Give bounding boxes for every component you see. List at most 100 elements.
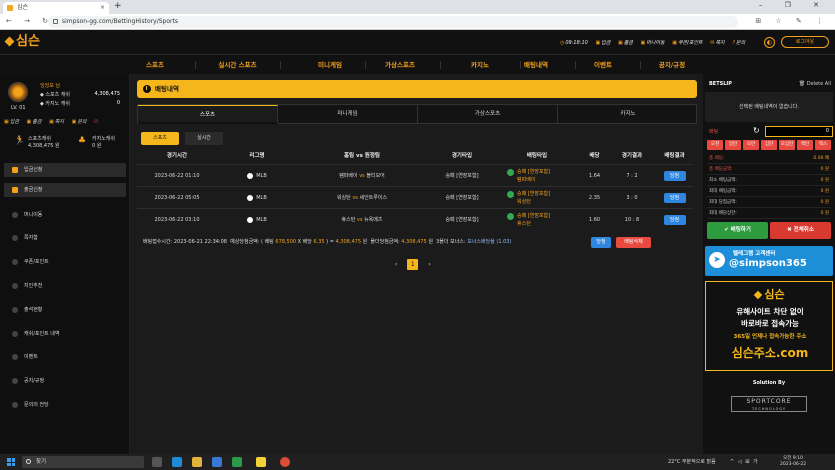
side-referral-label: 지인추천 — [24, 283, 43, 289]
side-hall-of-fame[interactable]: 문의의 전당 — [4, 398, 126, 412]
quick-deposit[interactable]: ▣입금 — [4, 119, 19, 125]
prev-page-button[interactable]: ‹ — [395, 261, 397, 268]
bet-odds: 2.35 — [588, 195, 601, 201]
browser-tab[interactable]: 심슨 × — [3, 2, 109, 14]
bet-league-text: MLB — [256, 173, 267, 179]
system-tray[interactable]: ^ ◁ ⊞ 가 — [730, 458, 759, 465]
close-tab-icon[interactable]: × — [100, 2, 105, 14]
top-link-inquiry[interactable]: ?문의 — [732, 40, 745, 46]
tab-virtual-sports[interactable]: 가상스포츠 — [418, 105, 558, 124]
amount-chips: 오천 일만 오만 십만 오십만 백만 맥스 — [707, 140, 833, 150]
ad-banner[interactable]: 심슨 유해사이트 차단 없이 바로바로 접속가능 365일 언제나 접속가능한 … — [705, 281, 833, 371]
refresh-icon[interactable]: ↻ — [753, 126, 760, 135]
money-move-icon: ▣ — [640, 40, 646, 46]
taskbar-clock[interactable]: 오전 9:10 2023-06-22 — [780, 456, 806, 468]
won-unit: 원 — [428, 239, 433, 245]
side-money-move[interactable]: 머니이동 — [4, 208, 126, 222]
ad-line1: 유해사이트 차단 없이 — [736, 307, 804, 316]
power-icon[interactable]: ⏻ — [94, 119, 98, 125]
windows-start-icon[interactable] — [7, 458, 15, 466]
ad-domain: 심슨주소.com — [731, 346, 809, 360]
message-label: 쪽지 — [715, 40, 725, 46]
nav-notice[interactable]: 공지/규정 — [632, 55, 712, 75]
telegram-banner[interactable]: ➤ 텔레그램 고객센터 @simpson365 — [705, 246, 833, 276]
away-team: 뉴욕메츠 — [364, 217, 383, 223]
top-link-deposit[interactable]: ▣입금 — [595, 40, 610, 46]
subtab-live[interactable]: 실시간 — [185, 132, 223, 145]
nav-virtual-sports[interactable]: 가상스포츠 — [360, 55, 440, 75]
tab-minigame[interactable]: 미니게임 — [278, 105, 418, 124]
window-controls[interactable]: – ❐ ✕ — [759, 1, 829, 9]
telegram-title: 텔레그램 고객센터 — [733, 251, 776, 257]
side-notice[interactable]: 공지/규정 — [4, 374, 126, 388]
side-coupon[interactable]: 쿠폰/포인트 — [4, 255, 126, 269]
top-link-money-move[interactable]: ▣머니이동 — [641, 40, 665, 46]
chip-10k[interactable]: 일만 — [725, 140, 741, 150]
weather-widget[interactable]: 22°C 부분적으로 맑음 — [668, 458, 716, 465]
chip-max[interactable]: 맥스 — [815, 140, 831, 150]
browser-tools[interactable]: ⊞ ☆ ✎ ⋮ — [755, 17, 829, 25]
tab-sports[interactable]: 스포츠 — [138, 105, 278, 124]
side-events[interactable]: 이벤트 — [4, 350, 126, 364]
kakaotalk-icon[interactable] — [256, 457, 266, 467]
nav-minigame[interactable]: 미니게임 — [290, 55, 370, 75]
chip-5k[interactable]: 오천 — [707, 140, 723, 150]
chip-500k[interactable]: 오십만 — [779, 140, 795, 150]
site-logo[interactable]: 심슨 — [4, 34, 40, 50]
logout-button[interactable]: 로그아웃 — [781, 36, 829, 48]
taskbar-search[interactable]: 찾기 — [22, 456, 144, 468]
bet-score: 3 : 0 — [626, 195, 638, 201]
side-events-label: 이벤트 — [24, 354, 38, 360]
sound-toggle-icon[interactable]: ◐ — [764, 37, 775, 48]
next-page-button[interactable]: › — [428, 261, 430, 268]
new-tab-button[interactable]: + — [114, 1, 122, 11]
chip-100k[interactable]: 십만 — [761, 140, 777, 150]
chip-1m[interactable]: 백만 — [797, 140, 813, 150]
side-deposit[interactable]: 입금신청 — [4, 163, 126, 177]
away-team: 볼티모어 — [366, 173, 385, 179]
edge-icon[interactable] — [172, 457, 182, 467]
win-badge: 당첨 — [663, 192, 686, 203]
file-explorer-icon[interactable] — [192, 457, 202, 467]
side-referral[interactable]: 지인추천 — [4, 279, 126, 293]
withdraw-icon — [12, 187, 18, 193]
bet-amount-input[interactable]: 0 — [765, 126, 833, 137]
nav-live-sports[interactable]: 실시간 스포츠 — [200, 55, 275, 75]
task-view-icon[interactable] — [152, 457, 162, 467]
top-link-withdraw[interactable]: ▣출금 — [618, 40, 633, 46]
nav-sports[interactable]: 스포츠 — [115, 55, 195, 75]
side-cash-history[interactable]: 캐쉬/포인트 내역 — [4, 327, 126, 341]
chrome-icon[interactable] — [280, 457, 290, 467]
tab-casino[interactable]: 카지노 — [558, 105, 698, 124]
cancel-all-button[interactable]: ✖ 전체취소 — [770, 222, 831, 239]
chip-50k[interactable]: 오만 — [743, 140, 759, 150]
stake-amount: 678,500 — [275, 239, 297, 245]
deposit-icon — [12, 167, 18, 173]
nav-events[interactable]: 이벤트 — [563, 55, 643, 75]
delete-bet-button[interactable]: 배팅삭제 — [616, 237, 651, 248]
search-icon — [26, 459, 31, 464]
quick-message[interactable]: ▣쪽지 — [49, 119, 64, 125]
delete-all-button[interactable]: 🗑 Delete All — [799, 78, 831, 90]
win-status-button[interactable]: 당첨 — [591, 237, 611, 248]
top-link-message[interactable]: ✉쪽지 — [710, 40, 724, 46]
side-withdraw[interactable]: 출금신청 — [4, 183, 126, 197]
current-page[interactable]: 1 — [407, 259, 419, 270]
side-attendance[interactable]: 출석현황 — [4, 303, 126, 317]
avatar — [8, 82, 28, 102]
place-bet-button[interactable]: ✔ 배팅하기 — [707, 222, 768, 239]
clock-icon — [143, 85, 151, 93]
top-link-coupon[interactable]: ▣쿠폰/포인트 — [672, 40, 702, 46]
url-field[interactable]: simpson-gg.com/BettingHistory/Sports — [48, 16, 738, 28]
subtab-sports[interactable]: 스포츠 — [141, 132, 179, 145]
windows-taskbar: 찾기 22°C 부분적으로 맑음 ^ ◁ ⊞ 가 오전 9:10 2023-06… — [0, 454, 835, 470]
store-icon[interactable] — [212, 457, 222, 467]
quick-withdraw[interactable]: ▣출금 — [27, 119, 42, 125]
app-icon[interactable] — [232, 457, 242, 467]
page-title: 배팅내역 — [137, 80, 697, 98]
side-messages[interactable]: 쪽지함 — [4, 231, 126, 245]
diamond-icon — [754, 290, 763, 300]
quick-inquiry[interactable]: ▣문의 — [72, 119, 87, 125]
casino-cash-row: ◆ 카지노 캐쉬 0 — [40, 100, 120, 107]
total-odds-row: 총 배당: 0.00 배 — [707, 154, 831, 164]
